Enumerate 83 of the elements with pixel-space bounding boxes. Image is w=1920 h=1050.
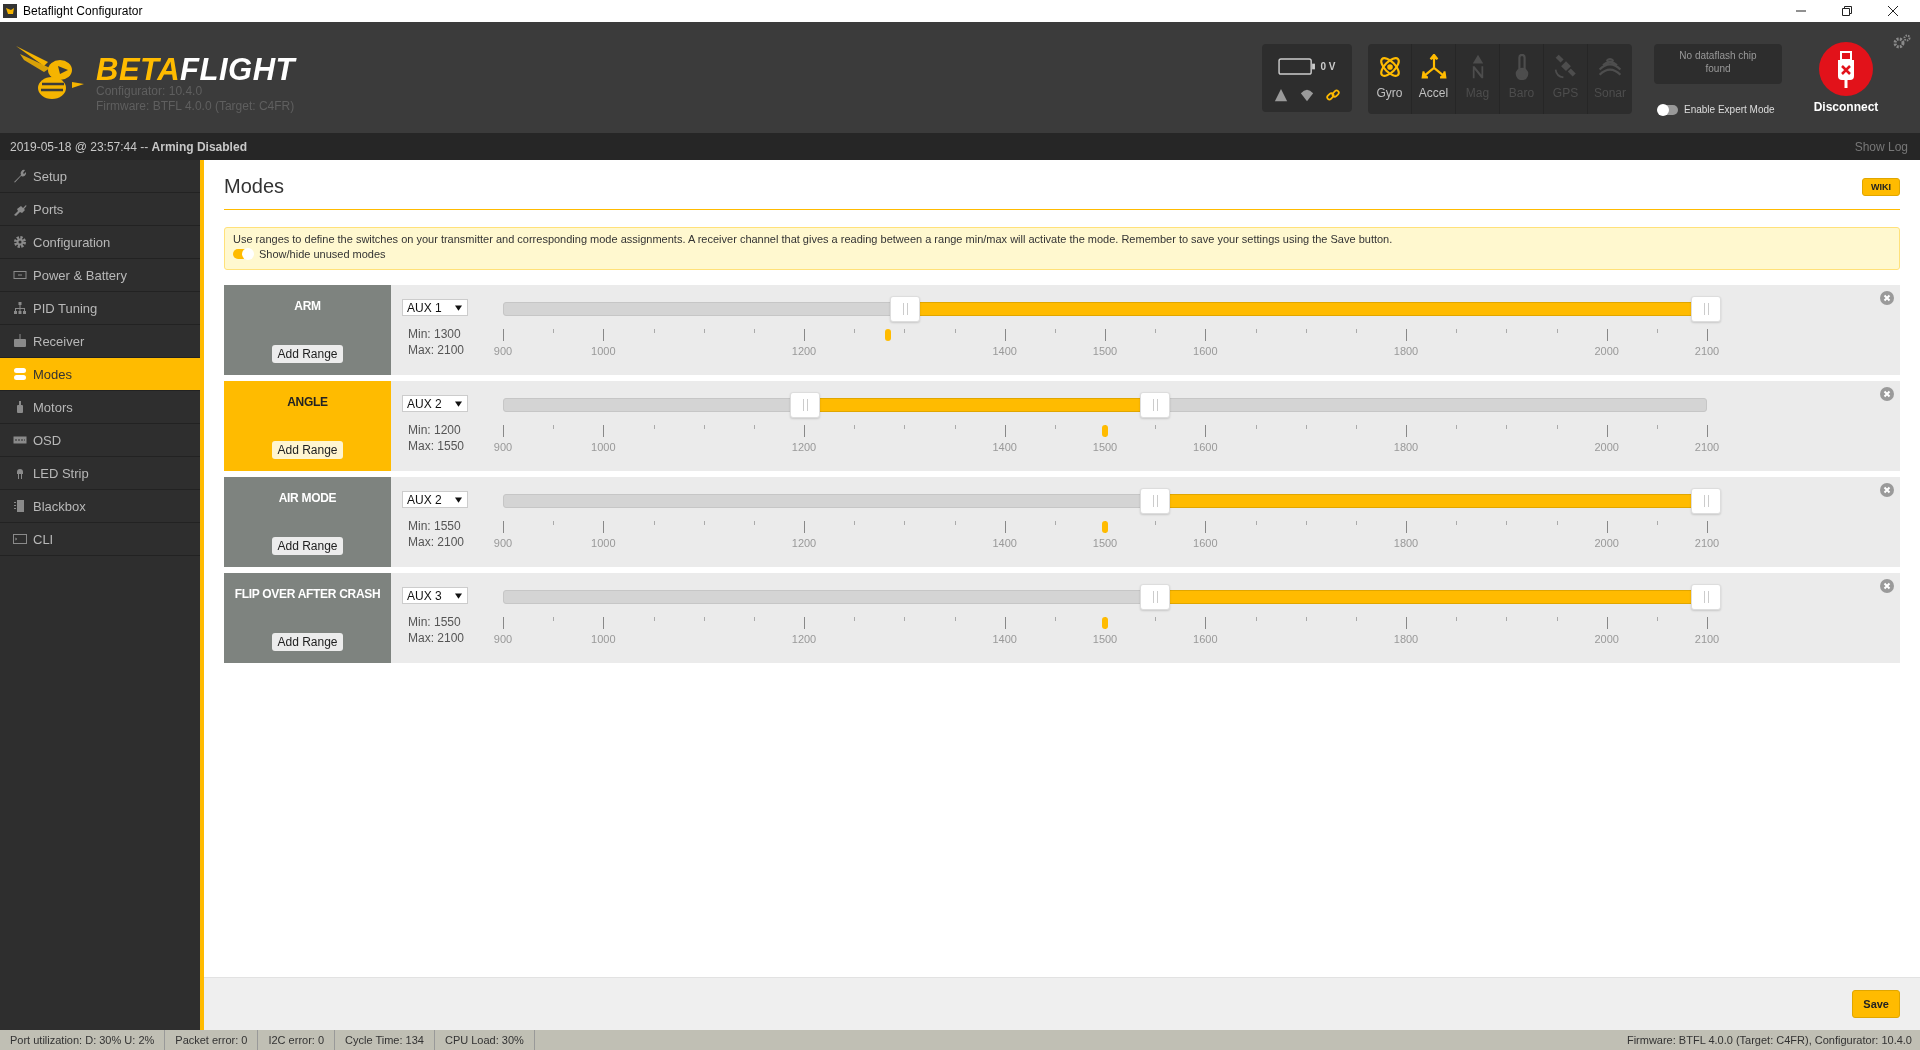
scale-label: 1600: [1193, 537, 1218, 549]
scale-label: 1000: [591, 633, 616, 645]
sidebar-item[interactable]: Power & Battery: [0, 259, 200, 292]
scale-label: 1800: [1393, 633, 1419, 645]
scale-label: 1400: [992, 537, 1017, 549]
scale-label: 900: [493, 537, 513, 549]
mode-name: ANGLE: [287, 395, 328, 409]
sidebar-item[interactable]: OSD: [0, 424, 200, 457]
scale-label: 2100: [1694, 345, 1720, 357]
show-unused-label: Show/hide unused modes: [259, 248, 386, 260]
sidebar-item[interactable]: Modes: [0, 358, 200, 391]
sidebar-item[interactable]: Setup: [0, 160, 200, 193]
scale-label: 1200: [791, 345, 817, 357]
scale-label: 900: [493, 441, 513, 453]
logo-wordmark: BETAFLIGHT: [96, 56, 295, 84]
scale-label: 900: [493, 345, 513, 357]
range-min: Min: 1300: [408, 326, 462, 342]
scale-label: 2100: [1694, 441, 1720, 453]
scale-label: 1800: [1393, 441, 1419, 453]
scale-label: 1800: [1393, 537, 1419, 549]
scale-label: 2100: [1694, 633, 1720, 645]
scale-label: 1400: [992, 345, 1017, 357]
scale-label: 1500: [1092, 537, 1118, 549]
sidebar-item[interactable]: Blackbox: [0, 490, 200, 523]
scale-label: 2100: [1694, 537, 1720, 549]
log-message: 2019-05-18 @ 23:57:44 -- Arming Disabled: [10, 139, 247, 154]
scale-label: 1400: [992, 633, 1017, 645]
scale-label: 1500: [1092, 345, 1118, 357]
status-item: Packet error: 0: [165, 1030, 259, 1050]
scale-label: 2000: [1594, 633, 1619, 645]
save-button[interactable]: Save: [1852, 990, 1900, 1018]
sensor-indicator: Gyro: [1368, 44, 1412, 114]
scale-label: 1400: [992, 441, 1017, 453]
range-min: Min: 1200: [408, 422, 462, 438]
status-item: Cycle Time: 134: [335, 1030, 435, 1050]
mode-name: ARM: [294, 299, 321, 313]
add-range-button[interactable]: Add Range: [272, 633, 343, 651]
channel-select[interactable]: AUX 3: [402, 587, 468, 604]
scale-label: 1600: [1193, 633, 1218, 645]
wiki-button[interactable]: WIKI: [1862, 177, 1900, 196]
channel-select[interactable]: AUX 2: [402, 491, 468, 508]
range-min: Min: 1550: [408, 518, 462, 534]
scale-label: 900: [493, 633, 513, 645]
window-title: Betaflight Configurator: [23, 4, 143, 18]
status-item: CPU Load: 30%: [434, 1030, 535, 1050]
sidebar-item[interactable]: CLI: [0, 523, 200, 556]
battery-voltage: 0 V: [1320, 60, 1336, 72]
page-title: Modes: [224, 175, 285, 198]
scale-label: 1200: [791, 441, 817, 453]
scale-label: 1200: [791, 537, 817, 549]
sidebar-item[interactable]: Motors: [0, 391, 200, 424]
range-min: Min: 1550: [408, 614, 462, 630]
scale-label: 1500: [1092, 633, 1118, 645]
sidebar-item[interactable]: Ports: [0, 193, 200, 226]
scale-label: 1600: [1193, 345, 1218, 357]
mode-name: FLIP OVER AFTER CRASH: [234, 587, 381, 601]
scale-label: 1000: [591, 345, 616, 357]
sidebar-item[interactable]: LED Strip: [0, 457, 200, 490]
mode-name: AIR MODE: [278, 491, 337, 505]
sidebar-item[interactable]: Configuration: [0, 226, 200, 259]
scale-label: 1000: [591, 537, 616, 549]
scale-label: 2000: [1594, 441, 1619, 453]
scale-label: 1600: [1193, 441, 1218, 453]
disconnect-label[interactable]: Disconnect: [1813, 100, 1879, 114]
add-range-button[interactable]: Add Range: [272, 537, 343, 555]
expert-mode-label: Enable Expert Mode: [1684, 104, 1775, 115]
scale-label: 1500: [1092, 441, 1118, 453]
version-info: Firmware: BTFL 4.0.0 (Target: C4FR), Configurator: 10.4.0: [1626, 1034, 1913, 1046]
add-range-button[interactable]: Add Range: [272, 345, 343, 363]
scale-label: 1800: [1393, 345, 1419, 357]
status-item: Port utilization: D: 30% U: 2%: [0, 1030, 166, 1050]
scale-label: 2000: [1594, 345, 1619, 357]
scale-label: 2000: [1594, 537, 1619, 549]
scale-label: 1000: [591, 441, 616, 453]
sidebar-item[interactable]: PID Tuning: [0, 292, 200, 325]
channel-select[interactable]: AUX 2: [402, 395, 468, 412]
scale-label: 1200: [791, 633, 817, 645]
add-range-button[interactable]: Add Range: [272, 441, 343, 459]
status-item: I2C error: 0: [258, 1030, 336, 1050]
channel-select[interactable]: AUX 1: [402, 299, 468, 316]
sensor-indicator: Accel: [1412, 44, 1456, 114]
dataflash-status: No dataflash chip found: [1654, 44, 1782, 84]
note-text: Use ranges to define the switches on your transmitter and corresponding mode assignments. A receiver channel that gives a reading between a range min/max will activate the mode. Remember to save your settings using the Save button.: [233, 233, 1394, 245]
